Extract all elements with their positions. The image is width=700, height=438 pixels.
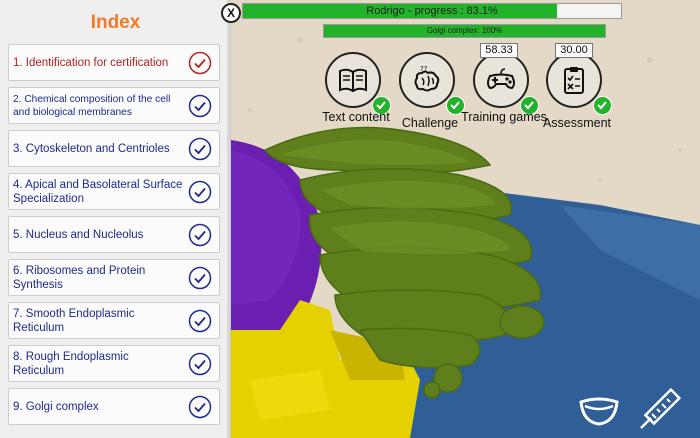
index-item-label: 6. Ribosomes and Protein Synthesis <box>13 264 146 291</box>
index-item-label: 2. Chemical composition of the cell and … <box>13 93 171 118</box>
index-item-label: 5. Nucleus and Nucleolus <box>13 228 144 241</box>
index-item[interactable]: 4. Apical and Basolateral Surface Specia… <box>8 173 220 210</box>
check-circle-icon <box>188 266 212 289</box>
index-item-label: 9. Golgi complex <box>13 400 99 413</box>
book-icon <box>339 68 367 93</box>
brain-icon: ?? <box>414 65 440 92</box>
index-item[interactable]: 8. Rough Endoplasmic Reticulum <box>8 345 220 382</box>
index-item[interactable]: 6. Ribosomes and Protein Synthesis <box>8 259 220 296</box>
activity-label: Assessment <box>542 116 612 130</box>
check-circle-icon <box>188 352 212 375</box>
assessment-score: 30.00 <box>555 43 593 58</box>
check-circle-icon <box>188 395 212 418</box>
index-item[interactable]: 5. Nucleus and Nucleolus <box>8 216 220 253</box>
sidebar-scrollbar[interactable] <box>227 0 230 438</box>
index-item-label: 8. Rough Endoplasmic Reticulum <box>13 350 129 377</box>
activity-text-content[interactable]: Text content <box>318 0 394 123</box>
check-circle-icon <box>188 51 212 74</box>
svg-text:??: ?? <box>420 65 428 73</box>
slice-tool-icon[interactable] <box>577 394 621 428</box>
close-button[interactable]: X <box>221 3 241 23</box>
activity-challenge[interactable]: ?? Challenge <box>392 0 468 129</box>
clipboard-icon <box>564 67 584 94</box>
index-item-label: 4. Apical and Basolateral Surface Specia… <box>13 178 183 205</box>
index-sidebar: Index 1. Identification for certificatio… <box>0 0 231 438</box>
index-item[interactable]: 2. Chemical composition of the cell and … <box>8 87 220 124</box>
index-title: Index <box>90 12 141 33</box>
index-item[interactable]: 7. Smooth Endoplasmic Reticulum <box>8 302 220 339</box>
completed-check-icon <box>593 96 612 115</box>
index-item-label: 3. Cytoskeleton and Centrioles <box>13 142 170 155</box>
training-games-score: 58.33 <box>480 43 518 58</box>
index-item[interactable]: 3. Cytoskeleton and Centrioles <box>8 130 220 167</box>
ruler-tool-icon[interactable] <box>637 384 685 432</box>
check-circle-icon <box>188 137 212 160</box>
index-item-label: 7. Smooth Endoplasmic Reticulum <box>13 307 135 334</box>
check-circle-icon <box>188 223 212 246</box>
index-item-label: 1. Identification for certification <box>13 56 169 69</box>
gamepad-icon <box>487 68 515 90</box>
check-circle-icon <box>188 180 212 203</box>
check-circle-icon <box>188 94 212 117</box>
check-circle-icon <box>188 309 212 332</box>
index-item[interactable]: 1. Identification for certification <box>8 44 220 81</box>
index-item[interactable]: 9. Golgi complex <box>8 388 220 425</box>
